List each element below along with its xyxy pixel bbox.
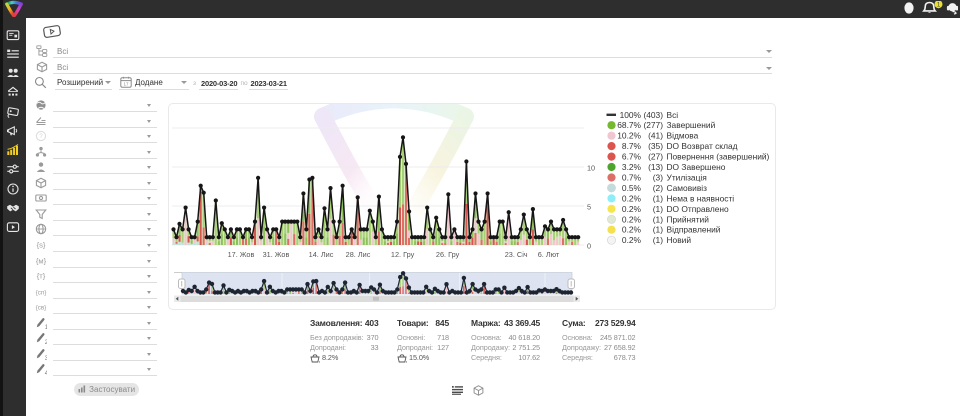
svg-text:23. Січ: 23. Січ [505, 250, 528, 259]
svg-text:(1): (1) [653, 225, 663, 235]
svg-text:DO Завершено: DO Завершено [667, 162, 726, 172]
svg-text:Всі: Всі [667, 110, 679, 120]
svg-text:3.2%: 3.2% [622, 162, 642, 172]
svg-text:(1): (1) [653, 204, 663, 214]
svg-text:0.2%: 0.2% [622, 204, 642, 214]
svg-text:26. Гру: 26. Гру [436, 250, 460, 259]
svg-text:Відправлений: Відправлений [667, 225, 721, 235]
svg-text:(1): (1) [653, 193, 663, 203]
svg-text:17. Жов: 17. Жов [228, 250, 255, 259]
svg-text:0.5%: 0.5% [622, 183, 642, 193]
svg-text:6.7%: 6.7% [622, 152, 642, 162]
svg-text:0.2%: 0.2% [622, 214, 642, 224]
svg-text:(277): (277) [643, 120, 663, 130]
svg-text:(35): (35) [648, 141, 663, 151]
svg-text:5: 5 [587, 203, 591, 212]
svg-text:14. Лис: 14. Лис [309, 250, 334, 259]
svg-text:10: 10 [587, 164, 595, 173]
svg-text:DO Отправлено: DO Отправлено [667, 204, 730, 214]
svg-text:0.7%: 0.7% [622, 173, 642, 183]
svg-text:x: x [319, 360, 320, 363]
svg-text:Прийнятий: Прийнятий [667, 214, 710, 224]
svg-text:(3): (3) [653, 173, 663, 183]
svg-text:0.2%: 0.2% [622, 235, 642, 245]
svg-text:Завершений: Завершений [667, 120, 716, 130]
svg-text:(403): (403) [643, 110, 663, 120]
svg-text:12. Гру: 12. Гру [391, 250, 415, 259]
svg-text:Повернення (завершений): Повернення (завершений) [667, 152, 770, 162]
svg-text:(13): (13) [648, 162, 663, 172]
svg-text:0.2%: 0.2% [622, 193, 642, 203]
svg-text:0: 0 [587, 242, 591, 251]
svg-text:68.7%: 68.7% [617, 120, 641, 130]
svg-text:DO Возврат склад: DO Возврат склад [667, 141, 738, 151]
svg-text:x: x [406, 360, 407, 363]
svg-text:(41): (41) [648, 131, 663, 141]
svg-text:0.2%: 0.2% [622, 225, 642, 235]
svg-text:Нема в наявності: Нема в наявності [667, 193, 735, 203]
svg-text:100%: 100% [620, 110, 642, 120]
svg-text:Утилізація: Утилізація [667, 173, 707, 183]
svg-text:28. Лис: 28. Лис [346, 250, 371, 259]
svg-text:8.7%: 8.7% [622, 141, 642, 151]
svg-text:(1): (1) [653, 214, 663, 224]
svg-text:(27): (27) [648, 152, 663, 162]
svg-text:10.2%: 10.2% [617, 131, 641, 141]
svg-text:(1): (1) [653, 235, 663, 245]
svg-text:31. Жов: 31. Жов [263, 250, 290, 259]
svg-text:Самовивіз: Самовивіз [667, 183, 708, 193]
svg-text:Відмова: Відмова [667, 131, 699, 141]
svg-text:(2): (2) [653, 183, 663, 193]
svg-text:Новий: Новий [667, 235, 692, 245]
svg-text:6. Лют: 6. Лют [538, 250, 560, 259]
